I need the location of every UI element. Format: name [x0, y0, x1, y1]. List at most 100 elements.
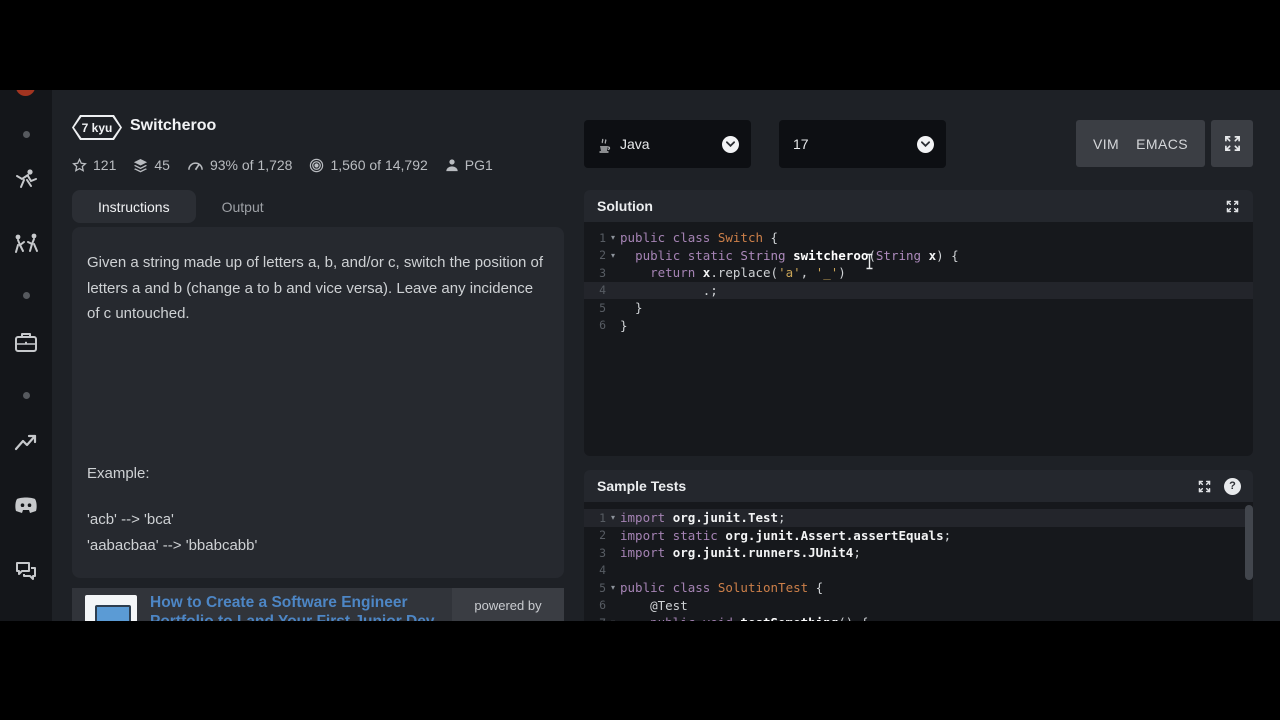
- gauge-icon: [188, 162, 203, 171]
- example-lines: 'acb' --> 'bca' 'aabacbaa' --> 'bbabcabb…: [87, 511, 258, 554]
- code-line[interactable]: 7▾ public void testSomething() {: [584, 614, 1253, 621]
- scrollbar-thumb[interactable]: [1245, 505, 1253, 580]
- codewars-logo-icon[interactable]: [16, 90, 35, 96]
- kata-description: Given a string made up of letters a, b, …: [87, 254, 544, 322]
- kyu-rank-label: 7 kyu: [81, 120, 113, 135]
- instructions-panel: Given a string made up of letters a, b, …: [72, 227, 564, 578]
- fold-arrow-icon[interactable]: ▾: [606, 618, 620, 621]
- kata-stats: 121 45 93% of 1,728 1,560 of 14,792 PG1: [72, 155, 493, 175]
- text-cursor-pointer: [864, 253, 875, 275]
- code-line[interactable]: 2 import static org.junit.Assert.assertEq…: [584, 527, 1253, 545]
- ad-link[interactable]: How to Create a Software Engineer Portfo…: [150, 593, 450, 621]
- kata-kick-icon[interactable]: [0, 166, 52, 192]
- stat-stars: 121: [72, 157, 116, 173]
- sample-tests-header: Sample Tests ?: [584, 470, 1253, 502]
- code-line[interactable]: 3 return x.replace('a', '_'): [584, 264, 1253, 282]
- code-line[interactable]: 5 ▾ public class SolutionTest {: [584, 579, 1253, 597]
- code-line[interactable]: 1 ▾ import org.junit.Test;: [584, 509, 1253, 527]
- code-line[interactable]: 3 import org.junit.runners.JUnit4;: [584, 544, 1253, 562]
- emacs-mode-button[interactable]: EMACS: [1136, 136, 1188, 152]
- sample-tests-title: Sample Tests: [597, 478, 687, 494]
- leaderboard-trend-icon[interactable]: [0, 432, 52, 454]
- nav-dot-icon: [0, 131, 52, 138]
- stat-value: 45: [154, 157, 170, 173]
- app-window: 7 kyu Switcheroo 121 45 93% of 1,728 1,5…: [0, 90, 1280, 621]
- line-number: 7: [584, 616, 606, 621]
- version-select[interactable]: 17: [779, 120, 946, 168]
- discord-icon[interactable]: [0, 494, 52, 518]
- fold-arrow-icon[interactable]: ▾: [606, 233, 620, 242]
- chevron-down-icon: [917, 135, 934, 153]
- tab-output[interactable]: Output: [196, 190, 290, 223]
- tab-instructions[interactable]: Instructions: [72, 190, 196, 223]
- editor-mode-toggle: VIM EMACS: [1076, 120, 1205, 167]
- stat-value: 93% of 1,728: [209, 157, 293, 173]
- language-value: Java: [620, 136, 650, 152]
- forum-chat-icon[interactable]: [0, 559, 52, 583]
- code-line[interactable]: 4 .;: [584, 281, 1253, 299]
- fullscreen-button[interactable]: [1211, 120, 1253, 167]
- line-number: 4: [599, 563, 606, 578]
- code-text: import org.junit.runners.JUnit4;: [620, 545, 861, 561]
- stat-value: 1,560 of 14,792: [330, 157, 428, 173]
- fold-arrow-icon[interactable]: ▾: [606, 513, 620, 522]
- nav-dot-icon: [0, 392, 52, 399]
- code-text: return x.replace('a', '_'): [650, 265, 846, 281]
- star-icon: [72, 157, 87, 172]
- language-select[interactable]: Java: [584, 120, 751, 168]
- kyu-rank-badge: 7 kyu: [72, 115, 122, 140]
- vim-mode-button[interactable]: VIM: [1093, 136, 1119, 152]
- code-line[interactable]: 6}: [584, 317, 1253, 335]
- help-icon[interactable]: ?: [1224, 477, 1241, 495]
- sponsor-ad[interactable]: How to Create a Software Engineer Portfo…: [72, 588, 564, 621]
- fold-arrow-icon[interactable]: ▾: [606, 251, 620, 260]
- sidebar-nav: [0, 90, 52, 621]
- line-number: 1: [599, 510, 606, 525]
- chevron-down-icon: [722, 135, 739, 153]
- code-text: public static String switcheroo(String x…: [635, 247, 959, 263]
- line-number: 6: [599, 598, 606, 613]
- stat-author[interactable]: PG1: [445, 157, 493, 173]
- line-number: 5: [599, 580, 606, 595]
- expand-icon: [1224, 136, 1240, 151]
- solution-expand-icon[interactable]: [1226, 200, 1239, 213]
- stat-solutions: 1,560 of 14,792: [309, 157, 428, 173]
- line-number: 1: [599, 230, 606, 245]
- code-text: public class SolutionTest {: [620, 580, 824, 596]
- solution-title: Solution: [597, 198, 653, 214]
- stat-value: PG1: [464, 157, 493, 173]
- code-text: }: [620, 300, 643, 316]
- ad-powered-by: powered by: [452, 588, 564, 621]
- code-line[interactable]: 6 @Test: [584, 597, 1253, 615]
- sample-tests-editor[interactable]: 1 ▾ import org.junit.Test; 2 import static o…: [584, 502, 1253, 621]
- code-text: @Test: [620, 597, 688, 613]
- ad-thumbnail: [85, 595, 137, 621]
- stat-collections: 45: [133, 157, 170, 173]
- line-number: 2: [599, 528, 606, 543]
- person-icon: [446, 159, 458, 172]
- nav-dot-icon: [0, 292, 52, 299]
- code-line[interactable]: 4: [584, 562, 1253, 580]
- kumite-icon[interactable]: [0, 231, 52, 257]
- code-text: public class Switch {: [620, 230, 779, 246]
- line-number: 6: [599, 318, 606, 333]
- line-number: 5: [599, 300, 606, 315]
- code-line[interactable]: 1 ▾ public class Switch {: [584, 229, 1253, 247]
- target-icon: [310, 158, 324, 172]
- version-value: 17: [793, 136, 809, 152]
- stat-completion: 93% of 1,728: [187, 157, 293, 173]
- fold-arrow-icon[interactable]: ▾: [606, 583, 620, 592]
- code-line[interactable]: 5 }: [584, 299, 1253, 317]
- layers-icon: [134, 158, 148, 172]
- line-number: 4: [599, 283, 606, 298]
- solution-editor[interactable]: 1 ▾ public class Switch {2 ▾ public static …: [584, 222, 1253, 456]
- stat-value: 121: [93, 157, 117, 173]
- careers-briefcase-icon[interactable]: [0, 330, 52, 354]
- line-number: 3: [599, 265, 606, 280]
- panel-tabs: Instructions Output: [72, 190, 290, 223]
- sample-tests-expand-icon[interactable]: [1198, 480, 1211, 493]
- java-icon: [597, 136, 611, 153]
- code-line[interactable]: 2 ▾ public static String switcheroo(Strin…: [584, 247, 1253, 265]
- screen: 7 kyu Switcheroo 121 45 93% of 1,728 1,5…: [0, 0, 1280, 720]
- kata-title: Switcheroo: [130, 117, 217, 134]
